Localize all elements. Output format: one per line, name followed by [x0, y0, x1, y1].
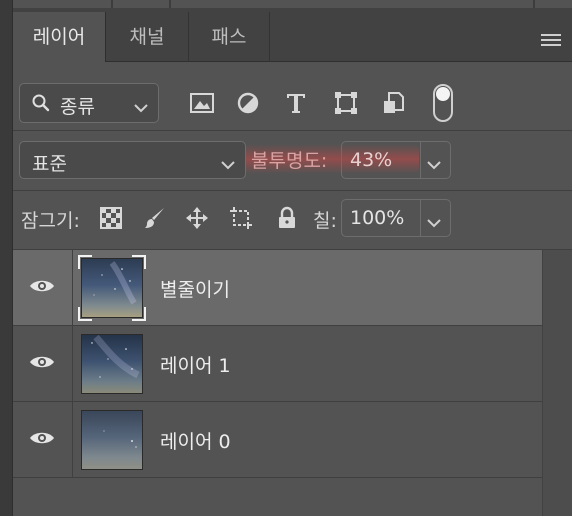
- divider: [13, 190, 572, 191]
- chevron-down-icon: [221, 155, 235, 174]
- selection-corner: [78, 307, 92, 321]
- layer-name[interactable]: 별줄이기: [160, 275, 230, 302]
- field-divider: [420, 200, 421, 236]
- panel-tab-bar: 레이어 채널 패스: [13, 8, 572, 62]
- fill-value: 100%: [350, 207, 405, 229]
- eye-icon[interactable]: [29, 278, 55, 298]
- lock-artboard-icon[interactable]: [229, 206, 253, 230]
- lock-image-pixels-icon[interactable]: [143, 206, 167, 230]
- tab-paths[interactable]: 패스: [189, 12, 270, 62]
- chevron-down-icon: [134, 98, 148, 117]
- selection-corner: [132, 255, 146, 269]
- layer-thumbnail: [78, 255, 146, 321]
- tab-channels[interactable]: 채널: [106, 12, 189, 62]
- opacity-label: 불투명도:: [251, 150, 328, 172]
- layer-thumbnail: [81, 334, 143, 394]
- opacity-value: 43%: [350, 149, 393, 171]
- visibility-column: [13, 250, 73, 325]
- opacity-input[interactable]: 43%: [341, 141, 451, 179]
- fill-label: 칠:: [313, 210, 337, 232]
- filter-toggle-knob: [436, 87, 450, 101]
- tab-layers[interactable]: 레이어: [13, 12, 106, 62]
- filter-toggle[interactable]: [433, 84, 453, 122]
- panel-top-strip: [13, 0, 572, 8]
- chevron-down-icon[interactable]: [427, 213, 441, 232]
- lock-all-icon[interactable]: [275, 206, 299, 230]
- eye-icon[interactable]: [29, 354, 55, 374]
- scrollbar-track[interactable]: [542, 250, 572, 516]
- adjustment-filter-icon[interactable]: [235, 90, 261, 116]
- filter-kind-select[interactable]: 종류: [19, 83, 159, 123]
- filter-kind-label: 종류: [60, 96, 95, 118]
- chevron-down-icon[interactable]: [427, 155, 441, 174]
- lock-position-icon[interactable]: [185, 206, 209, 230]
- visibility-column: [13, 402, 73, 477]
- blend-mode-select[interactable]: 표준: [19, 141, 246, 179]
- field-divider: [420, 142, 421, 178]
- blend-mode-label: 표준: [32, 153, 67, 175]
- divider: [13, 130, 572, 131]
- smart-object-filter-icon[interactable]: [381, 90, 407, 116]
- layer-row[interactable]: 레이어 1: [13, 326, 542, 402]
- selection-corner: [132, 307, 146, 321]
- visibility-column: [13, 326, 73, 401]
- fill-input[interactable]: 100%: [341, 199, 451, 237]
- layer-name[interactable]: 레이어 0: [160, 427, 231, 454]
- layers-panel: 레이어 채널 패스 종류 표준 불투명도: 43% 잠그기: 칠: 100% 별…: [12, 0, 572, 516]
- eye-icon[interactable]: [29, 430, 55, 450]
- type-filter-icon[interactable]: [283, 90, 309, 116]
- layers-list: 별줄이기 레이어 1 레이어 0: [13, 250, 572, 516]
- layer-thumbnail: [81, 410, 143, 470]
- search-icon: [32, 94, 50, 116]
- shape-filter-icon[interactable]: [333, 90, 359, 116]
- selection-corner: [78, 255, 92, 269]
- lock-transparent-pixels-icon[interactable]: [99, 206, 123, 230]
- image-filter-icon[interactable]: [189, 90, 215, 116]
- layer-name[interactable]: 레이어 1: [160, 351, 231, 378]
- panel-menu-icon[interactable]: [541, 34, 561, 48]
- lock-label: 잠그기:: [21, 210, 80, 232]
- layer-row[interactable]: 별줄이기: [13, 250, 542, 326]
- layer-row[interactable]: 레이어 0: [13, 402, 542, 478]
